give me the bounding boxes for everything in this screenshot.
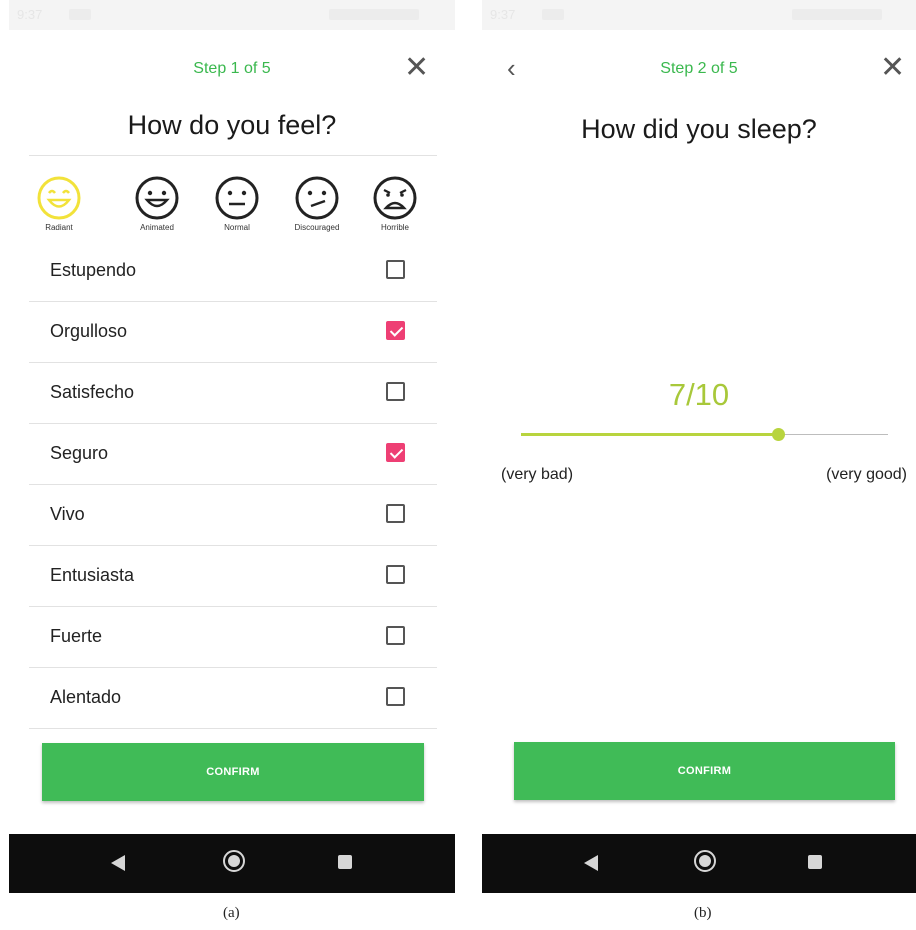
android-nav-bar [9, 834, 455, 893]
feeling-label: Entusiasta [50, 565, 135, 585]
mood-horrible[interactable]: Horrible [355, 168, 435, 232]
page-title: How did you sleep? [581, 114, 817, 144]
list-item[interactable]: Vivo [29, 485, 437, 546]
step-indicator: Step 2 of 5 [660, 60, 738, 77]
feeling-label: Alentado [50, 687, 122, 707]
nav-recents-icon[interactable] [338, 855, 352, 869]
checkbox[interactable] [386, 626, 405, 645]
nav-back-icon[interactable] [111, 855, 125, 871]
mood-label: Radiant [45, 223, 73, 232]
list-item[interactable]: Seguro [29, 424, 437, 485]
status-bar: 9:37 [482, 0, 916, 30]
checkbox[interactable] [386, 260, 405, 279]
screen-how-did-you-sleep: 9:37 ‹ Step 2 of 5 ✕ How did you sleep? … [482, 0, 916, 895]
android-nav-bar [482, 834, 916, 893]
mood-radiant[interactable]: Radiant [19, 168, 99, 232]
status-bar: 9:37 [9, 0, 455, 30]
feeling-label: Orgulloso [50, 321, 128, 341]
list-item[interactable]: Alentado [29, 668, 437, 729]
slider-thumb[interactable] [771, 428, 785, 441]
list-item[interactable]: Orgulloso [29, 302, 437, 363]
feelings-list: Estupendo Orgulloso Satisfecho Seguro Vi… [29, 241, 437, 729]
animated-face-icon [135, 176, 179, 220]
caption-a: (a) [223, 905, 240, 921]
slider-max-label: (very good) [826, 466, 907, 483]
checkbox[interactable] [386, 687, 405, 706]
slider-fill [521, 433, 778, 436]
checkbox[interactable] [386, 321, 405, 340]
mood-label: Animated [140, 223, 174, 232]
mood-label: Discouraged [294, 223, 340, 232]
status-time: 9:37 [17, 7, 43, 22]
mood-label: Normal [224, 223, 250, 232]
sleep-slider[interactable] [521, 428, 888, 442]
checkbox[interactable] [386, 565, 405, 584]
feeling-label: Seguro [50, 443, 109, 463]
mood-discouraged[interactable]: Discouraged [277, 168, 357, 232]
status-icons [329, 9, 419, 20]
normal-face-icon [215, 176, 259, 220]
discouraged-face-icon [295, 176, 339, 220]
notification-icon [542, 9, 564, 20]
checkbox[interactable] [386, 382, 405, 401]
screen-how-do-you-feel: 9:37 Step 1 of 5 ✕ How do you feel? Radi… [9, 0, 455, 895]
nav-recents-icon[interactable] [808, 855, 822, 869]
caption-b: (b) [694, 905, 712, 921]
sleep-score: 7/10 [668, 377, 730, 412]
horrible-face-icon [373, 176, 417, 220]
step-indicator: Step 1 of 5 [193, 60, 271, 77]
confirm-button[interactable]: CONFIRM [42, 743, 424, 801]
divider [29, 155, 437, 156]
list-item[interactable]: Satisfecho [29, 363, 437, 424]
status-time: 9:37 [490, 7, 516, 22]
feeling-label: Fuerte [50, 626, 103, 646]
status-icons [792, 9, 882, 20]
mood-selector: Radiant Animated Normal Discouraged Horr… [29, 168, 439, 240]
close-icon[interactable]: ✕ [880, 53, 905, 83]
radiant-face-icon [37, 176, 81, 220]
mood-animated[interactable]: Animated [117, 168, 197, 232]
mood-normal[interactable]: Normal [197, 168, 277, 232]
list-item[interactable]: Entusiasta [29, 546, 437, 607]
confirm-button[interactable]: CONFIRM [514, 742, 895, 800]
notification-icon [69, 9, 91, 20]
nav-home-icon[interactable] [694, 850, 716, 872]
nav-back-icon[interactable] [584, 855, 598, 871]
feeling-label: Satisfecho [50, 382, 135, 402]
list-item[interactable]: Estupendo [29, 241, 437, 302]
slider-min-label: (very bad) [501, 466, 574, 483]
checkbox[interactable] [386, 504, 405, 523]
checkbox[interactable] [386, 443, 405, 462]
feeling-label: Vivo [50, 504, 85, 524]
page-title: How do you feel? [127, 110, 337, 140]
nav-home-icon[interactable] [223, 850, 245, 872]
feeling-label: Estupendo [50, 260, 137, 280]
list-item[interactable]: Fuerte [29, 607, 437, 668]
mood-label: Horrible [380, 223, 409, 232]
close-icon[interactable]: ✕ [404, 53, 429, 83]
